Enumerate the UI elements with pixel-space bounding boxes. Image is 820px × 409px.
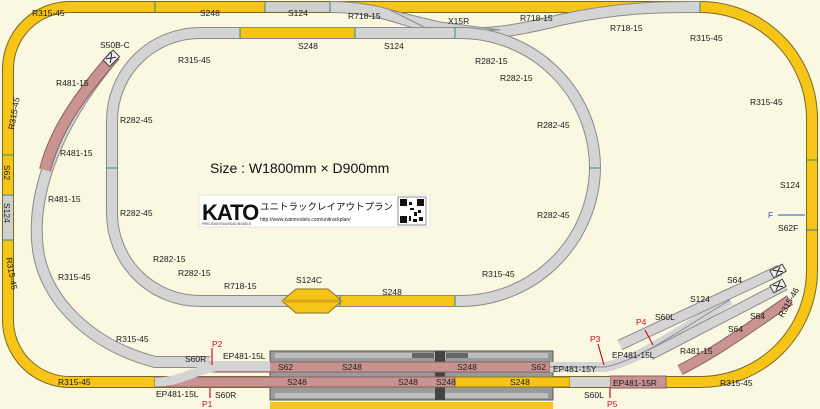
label-s60l-top: S60L [655,312,675,322]
label-r481-1: R481-15 [56,78,89,88]
plan-url: http://www.katomodels.com/unitrackplan/ [260,217,351,223]
label-r481-3: R481-15 [48,194,81,204]
label-s62-a: S62 [278,362,293,372]
label-ep481-15l-bot: EP481-15L [156,389,199,399]
label-s248-b: S248 [457,362,477,372]
track-diagram: KATO PRECISION RAILROAD MODELS ユニトラックレイア… [2,1,818,409]
label-r282-45-r2: R282-45 [537,210,570,220]
label-p3: P3 [590,334,601,344]
label-f-marker: F [768,210,773,220]
label-r282-45-r1: R282-45 [537,120,570,130]
label-l-s62: S62 [2,165,12,180]
station-platform [269,350,554,401]
plan-title-jp: ユニトラックレイアウトプラン [260,202,393,213]
label-s64-b: S64 [750,311,765,321]
label-s60r-top: S60R [185,354,206,364]
label-r315-45-bot: R315-45 [482,269,515,279]
label-top-r718-r2: R718-15 [610,23,643,33]
label-s64-c: S64 [728,324,743,334]
label-ep481-15y: EP481-15Y [553,364,597,374]
label-s60l-bot: S60L [584,390,604,400]
label-r282-a: R282-15 [475,56,508,66]
label-s248-lo3: S248 [436,377,456,387]
label-s50b: S50B-C [100,40,130,50]
label-bot-s248: S248 [382,287,402,297]
label-r481-2: R481-15 [60,148,93,158]
label-s248-lo4: S248 [510,377,530,387]
label-s64-a: S64 [727,275,742,285]
label-ep481-15r: EP481-15R [613,378,657,388]
label-r481-15-r: R481-15 [680,346,713,356]
label-r315-45-ll: R315-45 [58,272,91,282]
label-r315-45-bl: R315-45 [58,377,91,387]
label-tr-r315: R315-45 [690,33,723,43]
label-in-r315-45-l: R315-45 [178,55,211,65]
s124c-platform [281,288,343,314]
label-in-s248: S248 [298,41,318,51]
label-r718-bot: R718-15 [224,281,257,291]
label-r282-15-bl1: R282-15 [153,254,186,264]
label-l-s124: S124 [2,203,12,223]
layout-plan: KATO PRECISION RAILROAD MODELS ユニトラックレイア… [0,0,820,409]
label-s60r-bot: S60R [215,390,236,400]
label-r315-45-inner: R315-45 [116,334,149,344]
label-s248-lo1: S248 [287,377,307,387]
kato-logo-block: KATO PRECISION RAILROAD MODELS ユニトラックレイア… [198,194,431,228]
label-s62f: S62F [778,223,798,233]
label-top-r718-l: R718-15 [348,11,381,21]
label-ep481-15l-top: EP481-15L [223,351,266,361]
label-x15r: X15R [448,16,469,26]
label-s124c: S124C [296,275,322,285]
label-p2: P2 [212,339,223,349]
label-s124-yard: S124 [690,294,710,304]
label-top-r718-r: R718-15 [520,13,553,23]
layout-size-text: Size : W1800mm × D900mm [210,160,389,176]
label-s248-a: S248 [342,362,362,372]
label-r315-45-br: R315-45 [720,378,753,388]
label-ep481-15l-r: EP481-15L [612,350,655,360]
label-top-s124: S124 [288,8,308,18]
label-p4: P4 [636,317,647,327]
label-r315-right: R315-45 [750,97,783,107]
station-building [435,351,445,400]
label-top-s248: S248 [200,8,220,18]
label-in-r282-45-l1: R282-45 [120,115,153,125]
label-s62-b: S62 [531,362,546,372]
label-in-r282-45-l2: R282-45 [120,208,153,218]
label-in-s124: S124 [384,41,404,51]
label-p5: P5 [607,399,618,409]
label-s248-lo2: S248 [398,377,418,387]
left-middle-loop [30,51,210,387]
kato-logo-sub: PRECISION RAILROAD MODELS [202,222,251,226]
qr-code-icon [397,196,427,226]
label-p1: P1 [202,399,213,409]
label-r282-15-bl2: R282-15 [178,268,211,278]
label-r282-b: R282-15 [500,73,533,83]
label-s124-right: S124 [780,180,800,190]
label-tl-r315: R315-45 [32,8,65,18]
